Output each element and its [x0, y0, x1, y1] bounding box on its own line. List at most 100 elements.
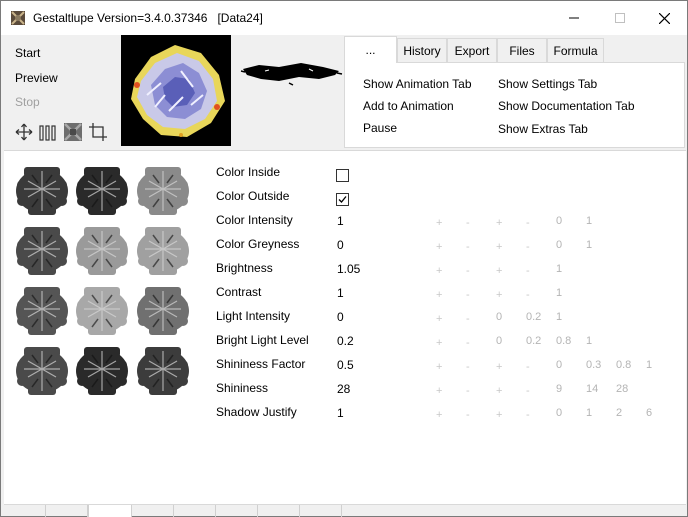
color-greyness-preset-button[interactable]: 0	[556, 239, 562, 251]
shininess-decrease-button[interactable]: -	[526, 385, 530, 397]
color-intensity-value[interactable]: 1	[337, 214, 344, 228]
bottom-tab[interactable]	[258, 505, 300, 517]
brightness-decrease-button[interactable]: -	[526, 265, 530, 277]
move-icon[interactable]	[15, 123, 33, 141]
show-settings-tab-link[interactable]: Show Settings Tab	[498, 77, 597, 91]
tab-export[interactable]: Export	[447, 38, 497, 62]
tab-history[interactable]: History	[397, 38, 447, 62]
color-intensity-decrease-button[interactable]: -	[526, 217, 530, 229]
style-thumbnail[interactable]	[74, 161, 130, 217]
stop-button[interactable]: Stop	[15, 95, 40, 109]
shadow-justify-decrease-button[interactable]: -	[466, 409, 470, 421]
start-button[interactable]: Start	[15, 46, 40, 60]
bright-light-level-preset-button[interactable]: 0.8	[556, 335, 571, 347]
bright-light-level-increase-button[interactable]: +	[436, 337, 442, 349]
style-thumbnail[interactable]	[135, 341, 191, 397]
bottom-tab[interactable]	[174, 505, 216, 517]
color-inside-checkbox[interactable]	[336, 169, 349, 182]
tab-formula[interactable]: Formula	[547, 38, 604, 62]
brightness-preset-button[interactable]: 1	[556, 263, 562, 275]
bright-light-level-preset-button[interactable]: 0.2	[526, 335, 541, 347]
tab-more[interactable]: ...	[344, 36, 397, 63]
contrast-value[interactable]: 1	[337, 286, 344, 300]
shadow-justify-preset-button[interactable]: 6	[646, 407, 652, 419]
show-documentation-tab-link[interactable]: Show Documentation Tab	[498, 99, 635, 113]
bright-light-level-preset-button[interactable]: 1	[586, 335, 592, 347]
color-outside-checkbox[interactable]	[336, 193, 349, 206]
color-greyness-preset-button[interactable]: 1	[586, 239, 592, 251]
contrast-increase-button[interactable]: +	[496, 289, 502, 301]
contrast-preset-button[interactable]: 1	[556, 287, 562, 299]
color-greyness-decrease-button[interactable]: -	[526, 241, 530, 253]
contrast-increase-button[interactable]: +	[436, 289, 442, 301]
shininess-factor-increase-button[interactable]: +	[496, 361, 502, 373]
color-greyness-decrease-button[interactable]: -	[466, 241, 470, 253]
shininess-value[interactable]: 28	[337, 382, 350, 396]
bottom-tab[interactable]	[46, 505, 88, 517]
shininess-factor-preset-button[interactable]: 0	[556, 359, 562, 371]
color-greyness-increase-button[interactable]: +	[436, 241, 442, 253]
shininess-factor-preset-button[interactable]: 1	[646, 359, 652, 371]
bright-light-level-preset-button[interactable]: 0	[496, 335, 502, 347]
bottom-tab[interactable]	[132, 505, 174, 517]
shadow-justify-preset-button[interactable]: 1	[586, 407, 592, 419]
style-thumbnail[interactable]	[135, 221, 191, 277]
color-greyness-value[interactable]: 0	[337, 238, 344, 252]
pause-link[interactable]: Pause	[363, 121, 397, 135]
shininess-increase-button[interactable]: +	[436, 385, 442, 397]
add-to-animation-link[interactable]: Add to Animation	[363, 99, 454, 113]
bottom-tab[interactable]	[300, 505, 342, 517]
show-extras-tab-link[interactable]: Show Extras Tab	[498, 122, 588, 136]
shadow-justify-value[interactable]: 1	[337, 406, 344, 420]
style-thumbnail[interactable]	[135, 161, 191, 217]
minimize-button[interactable]	[551, 1, 597, 35]
shininess-decrease-button[interactable]: -	[466, 385, 470, 397]
light-intensity-preset-button[interactable]: 0	[496, 311, 502, 323]
style-thumbnail[interactable]	[14, 281, 70, 337]
shininess-factor-value[interactable]: 0.5	[337, 358, 354, 372]
shininess-increase-button[interactable]: +	[496, 385, 502, 397]
style-thumbnail[interactable]	[14, 341, 70, 397]
brightness-value[interactable]: 1.05	[337, 262, 360, 276]
fractal-icon[interactable]	[64, 123, 82, 141]
shadow-justify-decrease-button[interactable]: -	[526, 409, 530, 421]
shininess-factor-increase-button[interactable]: +	[436, 361, 442, 373]
style-thumbnail[interactable]	[135, 281, 191, 337]
light-intensity-decrease-button[interactable]: -	[466, 313, 470, 325]
preview-button[interactable]: Preview	[15, 71, 58, 85]
color-intensity-increase-button[interactable]: +	[496, 217, 502, 229]
shadow-justify-increase-button[interactable]: +	[496, 409, 502, 421]
shininess-factor-preset-button[interactable]: 0.3	[586, 359, 601, 371]
contrast-decrease-button[interactable]: -	[466, 289, 470, 301]
shadow-justify-increase-button[interactable]: +	[436, 409, 442, 421]
style-thumbnail[interactable]	[74, 341, 130, 397]
style-thumbnail[interactable]	[14, 221, 70, 277]
bottom-tab[interactable]	[216, 505, 258, 517]
light-intensity-preset-button[interactable]: 0.2	[526, 311, 541, 323]
render-preview-image[interactable]	[121, 35, 231, 146]
tab-files[interactable]: Files	[497, 38, 547, 62]
maximize-button[interactable]	[597, 1, 643, 35]
style-thumbnail[interactable]	[14, 161, 70, 217]
color-intensity-preset-button[interactable]: 1	[586, 215, 592, 227]
shininess-preset-button[interactable]: 9	[556, 383, 562, 395]
shininess-preset-button[interactable]: 28	[616, 383, 628, 395]
light-intensity-value[interactable]: 0	[337, 310, 344, 324]
light-intensity-preset-button[interactable]: 1	[556, 311, 562, 323]
shadow-justify-preset-button[interactable]: 0	[556, 407, 562, 419]
contrast-decrease-button[interactable]: -	[526, 289, 530, 301]
shininess-factor-decrease-button[interactable]: -	[526, 361, 530, 373]
brightness-increase-button[interactable]: +	[436, 265, 442, 277]
brightness-increase-button[interactable]: +	[496, 265, 502, 277]
crop-icon[interactable]	[89, 123, 107, 141]
color-intensity-decrease-button[interactable]: -	[466, 217, 470, 229]
style-thumbnail[interactable]	[74, 221, 130, 277]
brightness-decrease-button[interactable]: -	[466, 265, 470, 277]
bright-light-level-decrease-button[interactable]: -	[466, 337, 470, 349]
color-greyness-increase-button[interactable]: +	[496, 241, 502, 253]
color-intensity-increase-button[interactable]: +	[436, 217, 442, 229]
bottom-tab[interactable]	[4, 505, 46, 517]
bright-light-level-value[interactable]: 0.2	[337, 334, 354, 348]
shadow-justify-preset-button[interactable]: 2	[616, 407, 622, 419]
shininess-preset-button[interactable]: 14	[586, 383, 598, 395]
